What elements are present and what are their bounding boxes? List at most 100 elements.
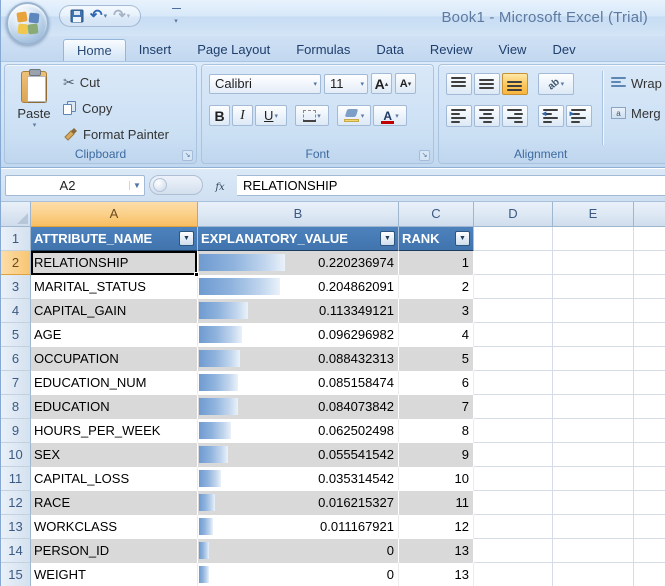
row-number[interactable]: 13: [1, 515, 31, 539]
row-number[interactable]: 1: [1, 227, 31, 251]
cell-attribute-name[interactable]: WORKCLASS: [31, 515, 198, 539]
formula-input[interactable]: RELATIONSHIP: [237, 175, 665, 196]
cell-attribute-name[interactable]: RACE: [31, 491, 198, 515]
empty-cell[interactable]: [553, 419, 634, 443]
merge-center-button[interactable]: a Merg: [611, 101, 665, 125]
empty-cell[interactable]: [474, 371, 553, 395]
header-cell-rank[interactable]: RANK▼: [399, 227, 474, 251]
font-name-combo[interactable]: Calibri ▾: [209, 74, 321, 94]
column-header-b[interactable]: B: [198, 202, 399, 227]
cell-attribute-name[interactable]: MARITAL_STATUS: [31, 275, 198, 299]
empty-cell[interactable]: [634, 539, 665, 563]
empty-cell[interactable]: [634, 515, 665, 539]
tab-dev[interactable]: Dev: [539, 39, 588, 61]
empty-cell[interactable]: [634, 251, 665, 275]
row-number[interactable]: 7: [1, 371, 31, 395]
empty-cell[interactable]: [634, 227, 665, 251]
cell-attribute-name[interactable]: OCCUPATION: [31, 347, 198, 371]
tab-view[interactable]: View: [486, 39, 540, 61]
bottom-align-button[interactable]: [502, 73, 528, 95]
redo-button[interactable]: ↷ ▾: [111, 7, 132, 25]
filter-dropdown-rank[interactable]: ▼: [455, 231, 470, 246]
format-painter-button[interactable]: Format Painter: [63, 123, 169, 145]
cell-explanatory-value[interactable]: 0.113349121: [198, 299, 399, 323]
cell-rank[interactable]: 10: [399, 467, 474, 491]
row-number[interactable]: 14: [1, 539, 31, 563]
cell-rank[interactable]: 5: [399, 347, 474, 371]
name-box[interactable]: A2 ▼: [5, 175, 145, 196]
row-number[interactable]: 3: [1, 275, 31, 299]
cell-attribute-name[interactable]: PERSON_ID: [31, 539, 198, 563]
center-button[interactable]: [474, 105, 500, 127]
empty-cell[interactable]: [634, 419, 665, 443]
empty-cell[interactable]: [474, 299, 553, 323]
cell-rank[interactable]: 3: [399, 299, 474, 323]
cell-explanatory-value[interactable]: 0.035314542: [198, 467, 399, 491]
tab-insert[interactable]: Insert: [126, 39, 185, 61]
cell-rank[interactable]: 2: [399, 275, 474, 299]
top-align-button[interactable]: [446, 73, 472, 95]
copy-button[interactable]: Copy: [63, 97, 112, 119]
cell-explanatory-value[interactable]: 0: [198, 563, 399, 586]
clipboard-dialog-launcher[interactable]: ↘: [182, 150, 193, 161]
empty-cell[interactable]: [634, 395, 665, 419]
cell-rank[interactable]: 11: [399, 491, 474, 515]
empty-cell[interactable]: [553, 323, 634, 347]
cell-rank[interactable]: 13: [399, 539, 474, 563]
row-number[interactable]: 6: [1, 347, 31, 371]
empty-cell[interactable]: [634, 491, 665, 515]
select-all-corner[interactable]: [1, 202, 31, 227]
row-number[interactable]: 12: [1, 491, 31, 515]
font-color-button[interactable]: A ▾: [373, 105, 407, 126]
row-number[interactable]: 2: [1, 251, 31, 275]
empty-cell[interactable]: [634, 467, 665, 491]
filter-dropdown-attribute-name[interactable]: ▼: [179, 231, 194, 246]
empty-cell[interactable]: [553, 251, 634, 275]
undo-button[interactable]: ↶ ▾: [88, 7, 109, 25]
empty-cell[interactable]: [634, 563, 665, 586]
cell-explanatory-value[interactable]: 0.062502498: [198, 419, 399, 443]
cell-rank[interactable]: 4: [399, 323, 474, 347]
wrap-text-button[interactable]: Wrap: [611, 71, 665, 95]
cell-rank[interactable]: 8: [399, 419, 474, 443]
cell-attribute-name[interactable]: HOURS_PER_WEEK: [31, 419, 198, 443]
column-header-c[interactable]: C: [399, 202, 474, 227]
empty-cell[interactable]: [553, 443, 634, 467]
cut-button[interactable]: ✂ Cut: [63, 71, 100, 93]
increase-font-button[interactable]: A▴: [371, 73, 392, 94]
cell-attribute-name[interactable]: SEX: [31, 443, 198, 467]
empty-cell[interactable]: [553, 371, 634, 395]
tab-page-layout[interactable]: Page Layout: [184, 39, 283, 61]
empty-cell[interactable]: [634, 299, 665, 323]
office-button[interactable]: [6, 2, 49, 45]
insert-function-button[interactable]: fx: [207, 176, 233, 194]
empty-cell[interactable]: [553, 563, 634, 586]
empty-cell[interactable]: [474, 467, 553, 491]
empty-cell[interactable]: [634, 347, 665, 371]
row-number[interactable]: 10: [1, 443, 31, 467]
customize-qat-button[interactable]: ▾: [169, 8, 183, 28]
cell-explanatory-value[interactable]: 0.085158474: [198, 371, 399, 395]
empty-cell[interactable]: [553, 467, 634, 491]
empty-cell[interactable]: [553, 491, 634, 515]
row-number[interactable]: 15: [1, 563, 31, 586]
empty-cell[interactable]: [553, 227, 634, 251]
empty-cell[interactable]: [474, 539, 553, 563]
empty-cell[interactable]: [553, 515, 634, 539]
align-right-button[interactable]: [502, 105, 528, 127]
cell-explanatory-value[interactable]: 0.220236974: [198, 251, 399, 275]
underline-button[interactable]: U ▾: [255, 105, 287, 126]
empty-cell[interactable]: [474, 515, 553, 539]
cell-rank[interactable]: 7: [399, 395, 474, 419]
empty-cell[interactable]: [474, 323, 553, 347]
column-header-d[interactable]: D: [474, 202, 553, 227]
cell-rank[interactable]: 6: [399, 371, 474, 395]
empty-cell[interactable]: [553, 347, 634, 371]
empty-cell[interactable]: [474, 419, 553, 443]
cell-attribute-name[interactable]: WEIGHT: [31, 563, 198, 586]
empty-cell[interactable]: [553, 539, 634, 563]
cell-rank[interactable]: 13: [399, 563, 474, 586]
empty-cell[interactable]: [553, 275, 634, 299]
tab-data[interactable]: Data: [363, 39, 416, 61]
header-cell-attribute-name[interactable]: ATTRIBUTE_NAME▼: [31, 227, 198, 251]
